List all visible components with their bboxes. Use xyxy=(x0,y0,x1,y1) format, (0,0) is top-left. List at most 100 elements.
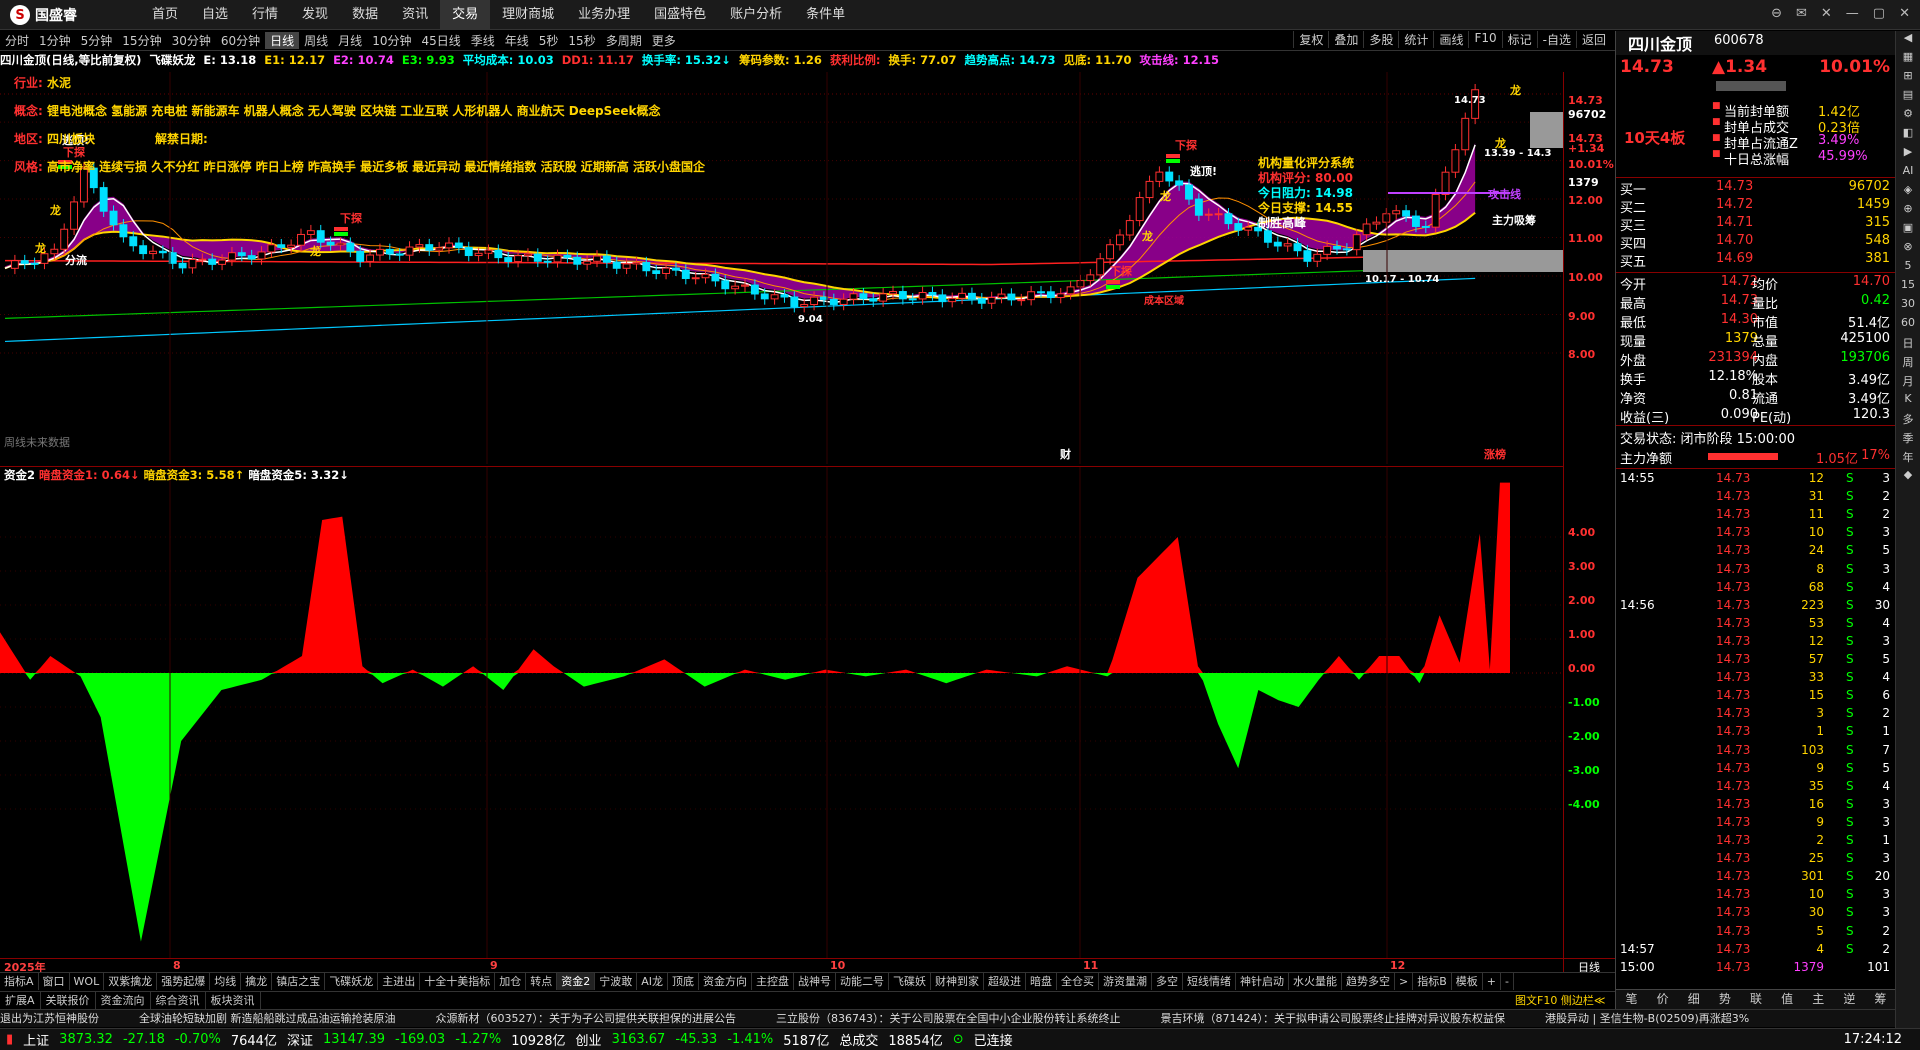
indicator-tab-7[interactable]: 镇店之宝 xyxy=(272,973,326,990)
sidebar-button-icon-8[interactable]: ◈ xyxy=(1896,183,1920,202)
sidebar-button-icon-5[interactable]: ◧ xyxy=(1896,126,1920,145)
tool-button-8[interactable]: 返回 xyxy=(1575,31,1611,48)
tool-button-4[interactable]: 画线 xyxy=(1433,31,1468,48)
fund-flow-subchart[interactable]: 资金2 暗盘资金1: 0.64↓ 暗盘资金3: 5.58↑ 暗盘资金5: 3.3… xyxy=(0,466,1563,959)
sidebar-button-icon-22[interactable]: 年 xyxy=(1896,449,1920,468)
sidebar-button-icon-0[interactable]: ◀ xyxy=(1896,31,1920,50)
sidebar-button-icon-1[interactable]: ▦ xyxy=(1896,50,1920,69)
info-tab-1[interactable]: 关联报价 xyxy=(41,992,96,1009)
period-tab-6[interactable]: 日线 xyxy=(265,32,300,49)
panel-tab-6[interactable]: 主 xyxy=(1803,990,1834,1009)
sidebar-button-icon-7[interactable]: AI xyxy=(1896,164,1920,183)
tool-button-2[interactable]: 多股 xyxy=(1363,31,1398,48)
menu-item-0[interactable]: 首页 xyxy=(140,0,190,30)
indicator-tab-27[interactable]: 多空 xyxy=(1152,973,1183,990)
info-tab-0[interactable]: 扩展A xyxy=(0,992,41,1009)
indicator-tab-15[interactable]: AI龙 xyxy=(637,973,668,990)
panel-tab-1[interactable]: 价 xyxy=(1647,990,1678,1009)
tool-button-6[interactable]: 标记 xyxy=(1501,31,1537,48)
indicator-tab-24[interactable]: 暗盘 xyxy=(1026,973,1057,990)
indicator-tab-14[interactable]: 宁波敢 xyxy=(595,973,638,990)
menu-item-1[interactable]: 自选 xyxy=(190,0,240,30)
indicator-tab-21[interactable]: 飞碟妖 xyxy=(889,973,931,990)
sidebar-button-icon-10[interactable]: ▣ xyxy=(1896,221,1920,240)
panel-tab-2[interactable]: 细 xyxy=(1678,990,1709,1009)
sidebar-button-icon-14[interactable]: 30 xyxy=(1896,297,1920,316)
window-button-icon-0[interactable]: ⊖ xyxy=(1771,6,1782,21)
menu-item-2[interactable]: 行情 xyxy=(240,0,290,30)
window-button-icon-5[interactable]: ✕ xyxy=(1899,6,1910,21)
sidebar-button-icon-13[interactable]: 15 xyxy=(1896,278,1920,297)
menu-item-11[interactable]: 条件单 xyxy=(794,0,857,30)
panel-tab-3[interactable]: 势 xyxy=(1709,990,1740,1009)
tool-button-1[interactable]: 叠加 xyxy=(1328,31,1363,48)
sidebar-toggle[interactable]: 图文F10 侧边栏≪ xyxy=(1515,992,1605,1008)
period-tab-2[interactable]: 5分钟 xyxy=(76,32,118,49)
sidebar-button-icon-12[interactable]: 5 xyxy=(1896,259,1920,278)
indicator-tab-23[interactable]: 超级进 xyxy=(984,973,1026,990)
period-tab-1[interactable]: 1分钟 xyxy=(34,32,76,49)
period-tab-10[interactable]: 45日线 xyxy=(416,32,465,49)
tool-button-0[interactable]: 复权 xyxy=(1293,31,1328,48)
indicator-tab-18[interactable]: 主控盘 xyxy=(752,973,794,990)
tool-button-5[interactable]: F10 xyxy=(1468,31,1501,48)
indicator-tab-6[interactable]: 擒龙 xyxy=(241,973,273,990)
sidebar-button-icon-18[interactable]: 月 xyxy=(1896,373,1920,392)
period-tab-14[interactable]: 15秒 xyxy=(563,32,600,49)
period-tab-9[interactable]: 10分钟 xyxy=(367,32,416,49)
period-tab-3[interactable]: 15分钟 xyxy=(117,32,166,49)
menu-item-9[interactable]: 国盛特色 xyxy=(642,0,718,30)
period-tab-7[interactable]: 周线 xyxy=(299,32,333,49)
indicator-tab-4[interactable]: 强势起爆 xyxy=(157,973,211,990)
indicator-tab-20[interactable]: 动能二号 xyxy=(836,973,889,990)
sidebar-button-icon-16[interactable]: 日 xyxy=(1896,335,1920,354)
ticker-item[interactable]: 众源新材（603527）：关于为子公司提供关联担保的进展公告 xyxy=(436,1012,737,1025)
ticker-item[interactable]: 三立股份（836743）：关于公司股票在全国中小企业股份转让系统终止 xyxy=(776,1012,1121,1025)
indicator-tab-11[interactable]: 加仓 xyxy=(495,973,527,990)
panel-tab-8[interactable]: 筹 xyxy=(1865,990,1896,1009)
indicator-tab-25[interactable]: 全仓买 xyxy=(1057,973,1099,990)
indicator-tab-13[interactable]: 资金2 xyxy=(557,973,596,990)
sidebar-button-icon-9[interactable]: ⊕ xyxy=(1896,202,1920,221)
info-tab-3[interactable]: 综合资讯 xyxy=(151,992,206,1009)
window-button-icon-1[interactable]: ✉ xyxy=(1796,6,1807,21)
indicator-tab-0[interactable]: 指标A xyxy=(0,973,39,990)
indicator-tab-8[interactable]: 飞碟妖龙 xyxy=(325,973,379,990)
period-tab-11[interactable]: 季线 xyxy=(466,32,500,49)
menu-item-4[interactable]: 数据 xyxy=(340,0,390,30)
period-tab-4[interactable]: 30分钟 xyxy=(167,32,216,49)
indicator-tab-19[interactable]: 战神号 xyxy=(794,973,836,990)
info-tab-2[interactable]: 资金流向 xyxy=(96,992,151,1009)
sidebar-button-icon-6[interactable]: ▶ xyxy=(1896,145,1920,164)
window-button-icon-4[interactable]: ▢ xyxy=(1873,6,1885,21)
sidebar-button-icon-2[interactable]: ⊞ xyxy=(1896,69,1920,88)
indicator-tab-28[interactable]: 短线情绪 xyxy=(1183,973,1236,990)
menu-item-6[interactable]: 交易 xyxy=(440,0,491,30)
menu-item-3[interactable]: 发现 xyxy=(290,0,340,30)
menu-item-10[interactable]: 账户分析 xyxy=(718,0,794,30)
period-tab-15[interactable]: 多周期 xyxy=(601,32,647,49)
indicator-tab-34[interactable]: 模板 xyxy=(1452,973,1483,990)
panel-tab-4[interactable]: 联 xyxy=(1740,990,1771,1009)
ticker-item[interactable]: 退出为江苏恒神股份 xyxy=(0,1012,99,1025)
tool-button-7[interactable]: -自选 xyxy=(1536,31,1576,48)
ticker-item[interactable]: 港股异动 | 圣信生物-B(02509)再涨超3% xyxy=(1545,1012,1749,1025)
sidebar-button-icon-15[interactable]: 60 xyxy=(1896,316,1920,335)
info-tab-4[interactable]: 板块资讯 xyxy=(206,992,261,1009)
sidebar-button-icon-23[interactable]: ◆ xyxy=(1896,468,1920,487)
indicator-tab-22[interactable]: 财神到家 xyxy=(931,973,984,990)
window-button-icon-3[interactable]: — xyxy=(1846,6,1859,21)
indicator-tab-5[interactable]: 均线 xyxy=(210,973,242,990)
indicator-tab-30[interactable]: 水火量能 xyxy=(1289,973,1342,990)
sidebar-button-icon-3[interactable]: ▤ xyxy=(1896,88,1920,107)
indicator-tab-33[interactable]: 指标B xyxy=(1413,973,1452,990)
indicator-tab-36[interactable]: - xyxy=(1501,973,1514,990)
period-tab-5[interactable]: 60分钟 xyxy=(216,32,265,49)
period-tab-12[interactable]: 年线 xyxy=(500,32,534,49)
menu-item-8[interactable]: 业务办理 xyxy=(566,0,642,30)
indicator-tab-2[interactable]: WOL xyxy=(70,973,105,990)
period-tab-16[interactable]: 更多 xyxy=(647,32,681,49)
indicator-tab-31[interactable]: 趋势多空 xyxy=(1342,973,1395,990)
panel-tab-0[interactable]: 笔 xyxy=(1616,990,1647,1009)
indicator-tab-3[interactable]: 双紫擒龙 xyxy=(104,973,158,990)
